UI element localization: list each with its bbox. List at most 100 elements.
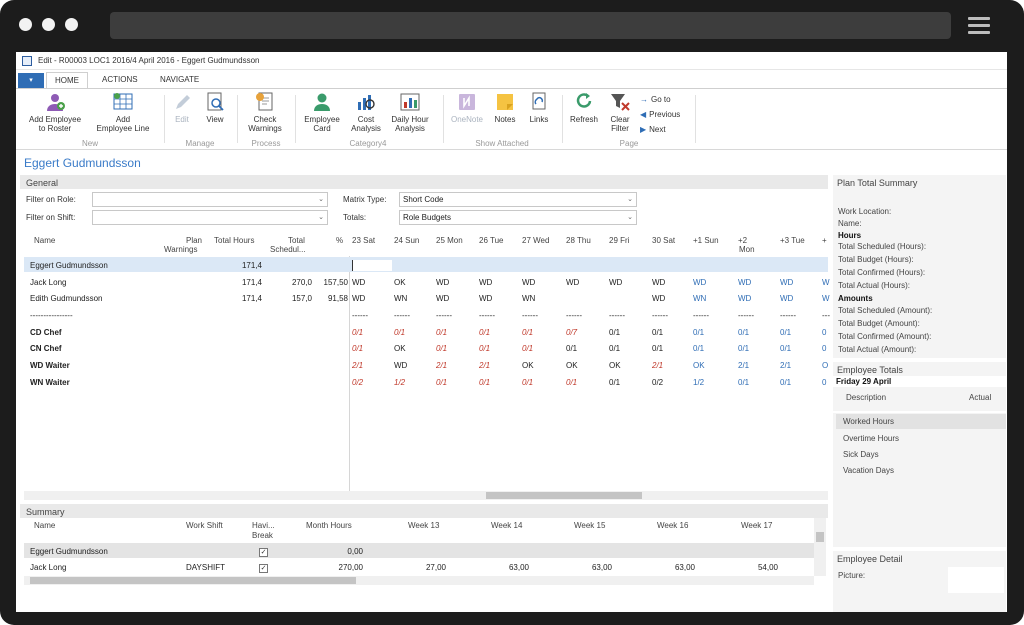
matrix-cell[interactable]: 0/1 bbox=[780, 378, 791, 387]
col-header-day[interactable]: 27 Wed bbox=[522, 236, 549, 245]
row-name[interactable]: WN Waiter bbox=[30, 378, 70, 387]
matrix-cell[interactable]: ------ bbox=[479, 311, 495, 320]
app-menu-button[interactable]: ▾ bbox=[18, 73, 44, 88]
matrix-cell[interactable]: 0 bbox=[822, 328, 826, 337]
matrix-cell[interactable]: 0/1 bbox=[352, 328, 363, 337]
worked-hours-item[interactable]: Worked Hours bbox=[843, 417, 894, 426]
separator-row[interactable]: ---------------- bbox=[30, 311, 73, 320]
matrix-cell[interactable]: ------ bbox=[394, 311, 410, 320]
summary-col-name[interactable]: Name bbox=[34, 521, 55, 530]
window-dot-icon[interactable] bbox=[19, 18, 32, 31]
matrix-cell[interactable]: 0/1 bbox=[652, 328, 663, 337]
window-dot-icon[interactable] bbox=[65, 18, 78, 31]
matrix-cell[interactable]: OK bbox=[522, 361, 534, 370]
next-button[interactable]: ▶ Next bbox=[640, 125, 666, 134]
matrix-cell[interactable]: WD bbox=[609, 278, 622, 287]
matrix-cell[interactable]: OK bbox=[609, 361, 621, 370]
matrix-cell[interactable]: 0/1 bbox=[436, 378, 447, 387]
matrix-cell[interactable]: 0/1 bbox=[738, 378, 749, 387]
scrollbar-thumb[interactable] bbox=[486, 492, 642, 499]
matrix-cell[interactable]: 0/1 bbox=[693, 328, 704, 337]
view-button[interactable]: View bbox=[200, 92, 230, 124]
col-header-day[interactable]: +3 Tue bbox=[780, 236, 805, 245]
matrix-cell[interactable]: 0/1 bbox=[693, 344, 704, 353]
col-header-day[interactable]: 25 Mon bbox=[436, 236, 463, 245]
total-scheduled-cell[interactable]: 270,0 bbox=[272, 278, 312, 287]
col-header-plan-warnings[interactable]: Plan bbox=[180, 236, 202, 245]
matrix-cell[interactable]: 0/1 bbox=[522, 378, 533, 387]
percent-cell[interactable]: 91,58 bbox=[314, 294, 348, 303]
summary-work-shift-cell[interactable]: DAYSHIFT bbox=[186, 563, 225, 572]
col-header-day[interactable]: 23 Sat bbox=[352, 236, 375, 245]
matrix-cell[interactable]: 0/1 bbox=[522, 328, 533, 337]
filter-shift-input[interactable]: ⌄ bbox=[92, 210, 328, 225]
matrix-cell[interactable]: ------ bbox=[693, 311, 709, 320]
col-header-day[interactable]: +1 Sun bbox=[693, 236, 719, 245]
matrix-cell[interactable]: 0/2 bbox=[352, 378, 363, 387]
summary-col-work-shift[interactable]: Work Shift bbox=[186, 521, 223, 530]
col-header-day[interactable]: 28 Thu bbox=[566, 236, 591, 245]
summary-col-week-16[interactable]: Week 16 bbox=[657, 521, 688, 530]
matrix-cell[interactable]: 0/1 bbox=[436, 328, 447, 337]
check-warnings-button[interactable]: Check Warnings bbox=[242, 92, 288, 133]
matrix-cell[interactable]: 0/1 bbox=[738, 344, 749, 353]
matrix-cell[interactable]: WN bbox=[693, 294, 706, 303]
matrix-cell[interactable]: O bbox=[822, 361, 828, 370]
matrix-cell[interactable]: ------ bbox=[738, 311, 754, 320]
summary-week16-cell[interactable]: 63,00 bbox=[645, 563, 695, 572]
general-section-header[interactable]: General bbox=[20, 175, 828, 189]
matrix-cell[interactable]: W bbox=[822, 294, 830, 303]
col-header-total-hours[interactable]: Total Hours bbox=[214, 236, 254, 245]
summary-col-havi-break[interactable]: Havi... bbox=[252, 521, 275, 530]
total-scheduled-cell[interactable]: 157,0 bbox=[272, 294, 312, 303]
employee-picture[interactable] bbox=[948, 567, 1004, 593]
matrix-cell[interactable]: 0/7 bbox=[566, 328, 577, 337]
matrix-cell[interactable]: ------ bbox=[609, 311, 625, 320]
matrix-cell[interactable]: 0/1 bbox=[352, 344, 363, 353]
row-name[interactable]: CD Chef bbox=[30, 328, 62, 337]
employee-card-button[interactable]: Employee Card bbox=[300, 92, 344, 133]
summary-col-week-14[interactable]: Week 14 bbox=[491, 521, 522, 530]
employee-totals-col-actual[interactable]: Actual bbox=[969, 393, 991, 402]
matrix-cell[interactable]: ------ bbox=[436, 311, 452, 320]
matrix-cell[interactable]: 0/1 bbox=[780, 344, 791, 353]
matrix-cell[interactable]: 0/1 bbox=[522, 344, 533, 353]
matrix-cell[interactable]: 0/1 bbox=[609, 344, 620, 353]
matrix-cell[interactable]: 2/1 bbox=[436, 361, 447, 370]
scrollbar-thumb[interactable] bbox=[30, 577, 356, 584]
matrix-cell[interactable]: 0/1 bbox=[479, 328, 490, 337]
employee-totals-col-description[interactable]: Description bbox=[846, 393, 886, 402]
matrix-cell[interactable]: 2/1 bbox=[479, 361, 490, 370]
vacation-days-item[interactable]: Vacation Days bbox=[843, 466, 894, 475]
col-header-percent[interactable]: % bbox=[336, 236, 343, 245]
hamburger-menu-icon[interactable] bbox=[968, 17, 990, 20]
summary-week14-cell[interactable]: 63,00 bbox=[479, 563, 529, 572]
row-name[interactable]: Edith Gudmundsson bbox=[30, 294, 103, 303]
scrollbar-thumb[interactable] bbox=[816, 532, 824, 542]
hamburger-menu-icon[interactable] bbox=[968, 24, 990, 27]
col-header-day[interactable]: +2 bbox=[738, 236, 747, 245]
col-header-day[interactable]: 29 Fri bbox=[609, 236, 629, 245]
matrix-cell[interactable]: WD bbox=[652, 294, 665, 303]
tab-navigate[interactable]: NAVIGATE bbox=[160, 75, 199, 84]
col-header-total-scheduled[interactable]: Total bbox=[288, 236, 305, 245]
totals-select[interactable]: Role Budgets ⌄ bbox=[399, 210, 637, 225]
matrix-cell[interactable]: ------ bbox=[352, 311, 368, 320]
window-dot-icon[interactable] bbox=[42, 18, 55, 31]
add-employee-to-roster-button[interactable]: Add Employee to Roster bbox=[20, 92, 90, 133]
row-name[interactable]: CN Chef bbox=[30, 344, 62, 353]
col-header-name[interactable]: Name bbox=[34, 236, 55, 245]
tab-actions[interactable]: ACTIONS bbox=[102, 75, 138, 84]
matrix-cell[interactable]: 0/1 bbox=[609, 378, 620, 387]
matrix-cell[interactable]: ------ bbox=[780, 311, 796, 320]
previous-button[interactable]: ◀ Previous bbox=[640, 110, 680, 119]
matrix-edit-cell[interactable] bbox=[352, 260, 392, 271]
go-to-button[interactable]: → Go to bbox=[640, 95, 671, 104]
summary-col-week-15[interactable]: Week 15 bbox=[574, 521, 605, 530]
daily-hour-analysis-button[interactable]: Daily Hour Analysis bbox=[386, 92, 434, 133]
notes-button[interactable]: Notes bbox=[490, 92, 520, 124]
matrix-cell[interactable]: ------ bbox=[652, 311, 668, 320]
sick-days-item[interactable]: Sick Days bbox=[843, 450, 879, 459]
matrix-cell[interactable]: 0/1 bbox=[566, 378, 577, 387]
employee-detail-title[interactable]: Employee Detail bbox=[837, 554, 903, 564]
